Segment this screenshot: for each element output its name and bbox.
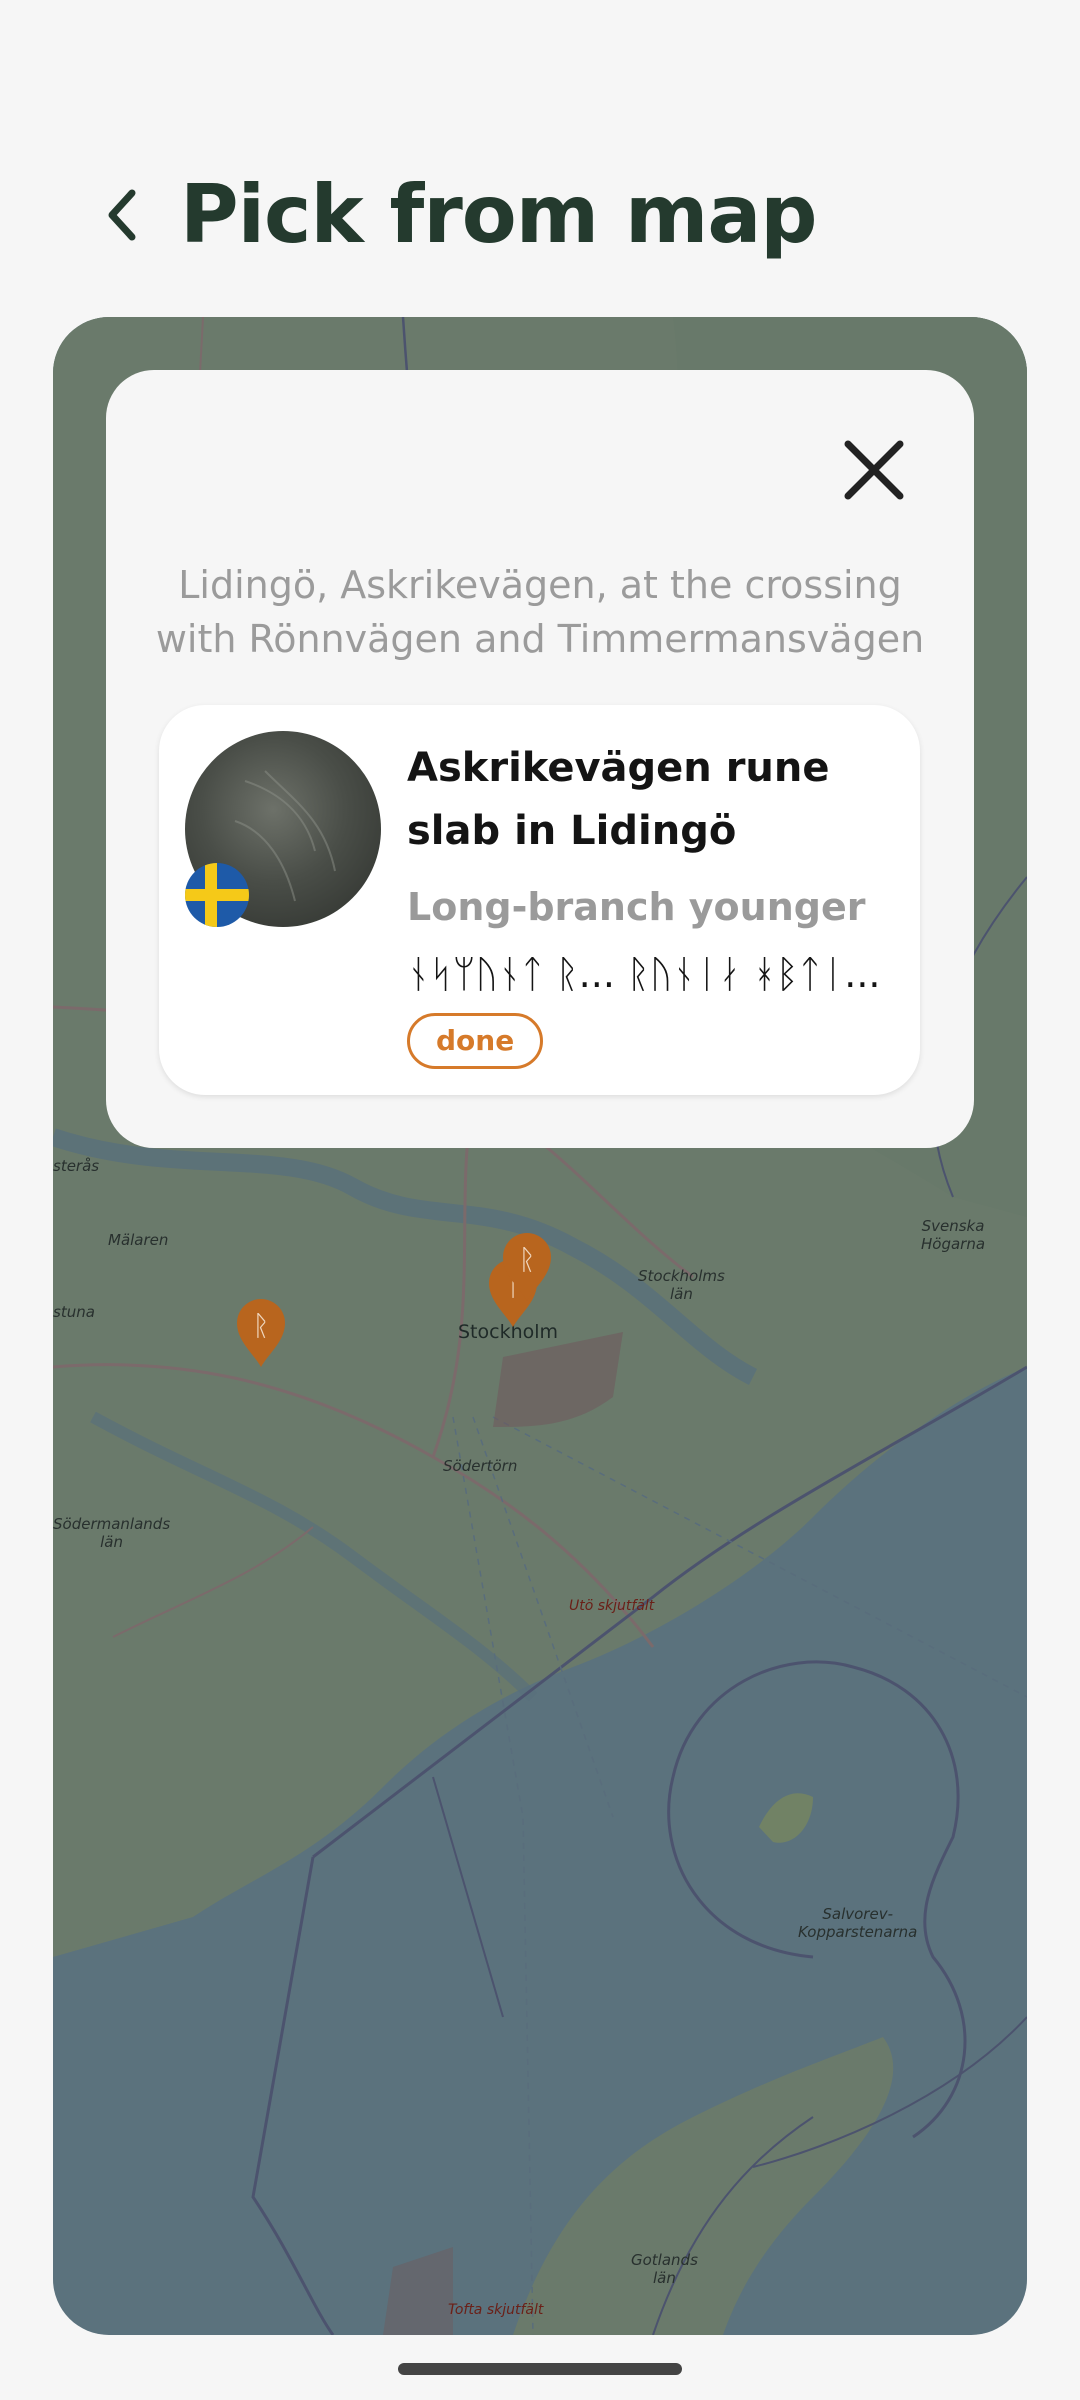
location-popup: Lidingö, Askrikevägen, at the crossing w… bbox=[106, 370, 974, 1148]
close-button[interactable] bbox=[842, 438, 906, 502]
map-pin[interactable]: ᚱ bbox=[235, 1297, 287, 1369]
map-label-sodermanlands-lan: Södermanlands län bbox=[53, 1515, 171, 1551]
location-address: Lidingö, Askrikevägen, at the crossing w… bbox=[155, 563, 925, 661]
header: Pick from map bbox=[0, 150, 1080, 280]
map-label-eskilstuna: stuna bbox=[53, 1303, 95, 1321]
gesture-nav-handle[interactable] bbox=[398, 2363, 682, 2375]
map-label-gotlands-lan: Gotlands län bbox=[631, 2251, 698, 2287]
sweden-flag-icon bbox=[185, 863, 249, 927]
map-label-vasteras: sterås bbox=[53, 1157, 100, 1175]
status-badge: done bbox=[407, 1013, 544, 1069]
chevron-left-icon bbox=[108, 189, 136, 241]
map-label-uto-skjutfalt: Utö skjutfält bbox=[569, 1598, 655, 1614]
page-title: Pick from map bbox=[180, 168, 818, 261]
map-label-salvorev: Salvorev- Kopparstenarna bbox=[798, 1905, 918, 1941]
close-icon bbox=[844, 440, 904, 500]
card-runes: ᚾᛋᛘᚢᚾᛏ ᚱ... ᚱᚢᚾᛁᛅ ᚼᛒᛏᛁ... bbox=[407, 952, 881, 996]
rune-stone-card[interactable]: Askrikevägen rune slab in Lidingö Long-b… bbox=[159, 705, 920, 1095]
map-label-svenska-hogarna: Svenska Högarna bbox=[921, 1217, 986, 1253]
card-title: Askrikevägen rune slab in Lidingö bbox=[407, 745, 830, 854]
map-label-stockholms-lan: Stockholms län bbox=[638, 1267, 725, 1303]
map-label-malaren: Mälaren bbox=[108, 1231, 169, 1249]
card-subtitle: Long-branch younger bbox=[407, 885, 866, 929]
back-button[interactable] bbox=[92, 180, 152, 250]
svg-text:ᚱ: ᚱ bbox=[253, 1309, 270, 1342]
svg-text:ᚱ: ᚱ bbox=[519, 1243, 536, 1276]
map-pin[interactable]: ᚱ bbox=[501, 1231, 553, 1303]
map-label-tofta-skjutfalt: Tofta skjutfält bbox=[448, 2302, 544, 2318]
map-label-sodertorn: Södertörn bbox=[443, 1457, 518, 1475]
